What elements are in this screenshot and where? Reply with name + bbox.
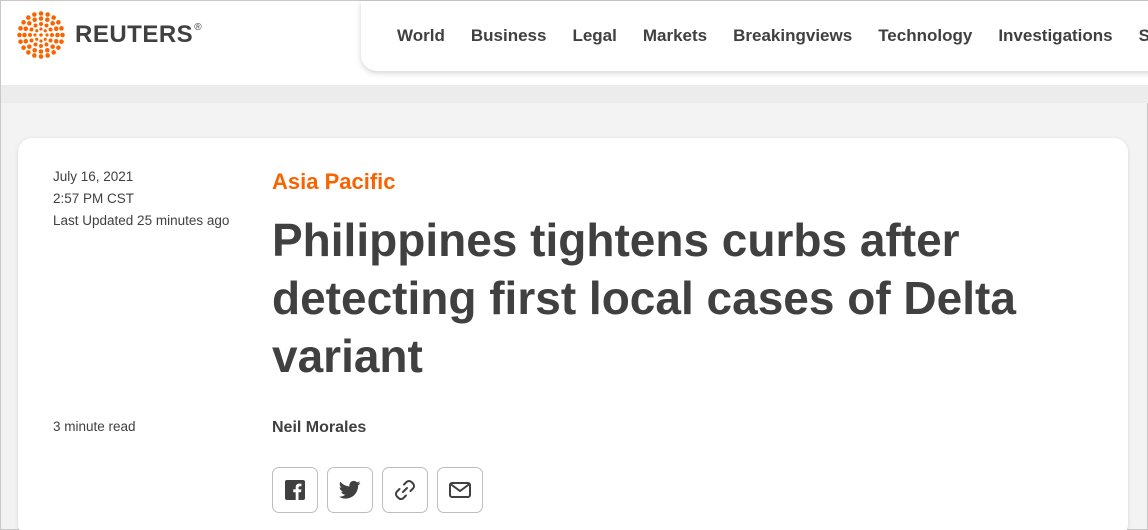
logo-dot <box>33 33 37 37</box>
logo-dot <box>45 12 50 17</box>
logo-dot <box>32 17 37 23</box>
logo-dot <box>35 37 39 41</box>
logo-dot <box>29 27 34 32</box>
logo-dot <box>38 16 44 21</box>
share-twitter-button[interactable] <box>327 467 373 513</box>
logo-dot <box>26 15 31 20</box>
logo-dot <box>33 23 38 28</box>
logo-dot <box>38 54 44 59</box>
logo-dot <box>32 53 37 58</box>
logo-dot <box>18 39 23 44</box>
author-link[interactable]: Neil Morales <box>272 419 366 437</box>
logo-dot <box>53 39 59 44</box>
registered-mark: ® <box>194 22 203 33</box>
publish-time: 2:57 PM CST <box>53 191 135 206</box>
logo-dot <box>18 26 23 31</box>
logo-dot <box>48 27 53 32</box>
nav-item-business[interactable]: Business <box>471 26 547 46</box>
publish-date: July 16, 2021 <box>53 169 134 184</box>
reuters-logo-icon <box>17 11 65 59</box>
logo-dot <box>33 42 38 47</box>
logo-dot <box>43 29 47 33</box>
nav-item-world[interactable]: World <box>397 26 445 46</box>
header-band <box>1 85 1148 103</box>
nav-item-sports[interactable]: Sports <box>1139 26 1148 46</box>
logo-dot <box>45 17 50 23</box>
twitter-icon <box>339 480 361 499</box>
logo-dot <box>32 47 37 53</box>
logo-dot <box>23 39 29 44</box>
logo-dot <box>51 15 56 20</box>
logo-dot <box>45 53 50 58</box>
logo-dot <box>38 11 44 16</box>
logo-dot <box>55 32 60 38</box>
read-time: 3 minute read <box>53 419 136 434</box>
logo-dot <box>27 21 32 26</box>
logo-dot <box>26 50 31 55</box>
logo-dot <box>27 44 32 49</box>
logo-dot <box>59 26 64 31</box>
facebook-icon <box>285 480 305 500</box>
logo-dot <box>53 26 59 31</box>
logo-dot <box>39 44 43 48</box>
logo-dot <box>38 49 44 54</box>
logo-dot <box>21 45 26 50</box>
logo-dot <box>50 33 54 37</box>
logo-dot <box>39 27 43 31</box>
logo-dot <box>48 38 53 43</box>
last-updated: Last Updated 25 minutes ago <box>53 213 230 228</box>
logo-dot <box>28 33 32 37</box>
logo-dot <box>29 38 34 43</box>
logo-dot <box>23 26 29 31</box>
nav-item-markets[interactable]: Markets <box>643 26 707 46</box>
nav-item-breakingviews[interactable]: Breakingviews <box>733 26 852 46</box>
logo-dot <box>39 33 43 37</box>
logo-dot <box>56 45 61 50</box>
logo-dot <box>43 37 47 41</box>
logo-dot <box>39 39 43 43</box>
logo-dot <box>59 39 64 44</box>
logo-dot <box>50 21 55 26</box>
copy-link-button[interactable] <box>382 467 428 513</box>
share-email-button[interactable] <box>437 467 483 513</box>
article-meta: July 16, 2021 2:57 PM CST Last Updated 2… <box>53 166 233 232</box>
main-nav: World Business Legal Markets Breakingvie… <box>361 1 1148 71</box>
logo-dot <box>44 23 49 28</box>
logo-dot <box>51 50 56 55</box>
logo-dot <box>32 12 37 17</box>
nav-item-legal[interactable]: Legal <box>572 26 616 46</box>
section-link[interactable]: Asia Pacific <box>272 169 396 195</box>
article-headline: Philippines tightens curbs after detecti… <box>272 214 1016 382</box>
nav-item-investigations[interactable]: Investigations <box>998 26 1112 46</box>
logo-dot <box>45 33 49 37</box>
brand-name: REUTERS <box>75 21 194 48</box>
logo-dot <box>21 20 26 25</box>
reuters-logo[interactable]: REUTERS® <box>17 11 202 59</box>
logo-dot <box>22 32 27 38</box>
logo-dot <box>56 20 61 25</box>
share-facebook-button[interactable] <box>272 467 318 513</box>
logo-dot <box>60 32 65 38</box>
share-bar <box>272 467 483 513</box>
logo-dot <box>35 29 39 33</box>
nav-item-technology[interactable]: Technology <box>878 26 972 46</box>
logo-dot <box>45 47 50 53</box>
logo-dot <box>50 44 55 49</box>
link-icon <box>394 479 416 501</box>
email-icon <box>449 482 471 498</box>
logo-text: REUTERS® <box>75 21 202 49</box>
logo-dot <box>39 22 43 26</box>
logo-dot <box>44 42 49 47</box>
logo-dot <box>17 32 22 38</box>
